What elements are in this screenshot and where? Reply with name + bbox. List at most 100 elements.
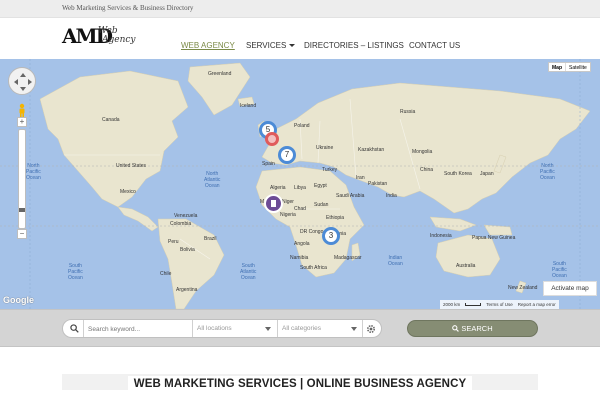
nav-label: WEB AGENCY: [181, 40, 235, 50]
map-cluster-marker[interactable]: 7: [278, 146, 296, 164]
scale-bar: [465, 303, 482, 306]
map-label: Spain: [262, 161, 275, 167]
pan-arrows-icon: [14, 73, 32, 91]
map-label: DR Congo: [300, 229, 324, 235]
site-logo[interactable]: AMD Web Agency: [62, 24, 142, 50]
search-icon: [452, 325, 460, 332]
search-bar: All locations All categories Search: [0, 309, 600, 347]
search-button-label: Search: [461, 324, 493, 333]
section-heading: WEB MARKETING SERVICES | ONLINE BUSINESS…: [127, 376, 473, 392]
activate-map-button[interactable]: Activate map: [543, 281, 597, 296]
map-label: Niger: [282, 199, 294, 205]
business-location-pin[interactable]: [264, 194, 283, 213]
map-label: Japan: [480, 171, 494, 177]
map-label: Ethiopia: [326, 215, 345, 221]
map-label: Poland: [294, 123, 310, 129]
map-label: Argentina: [176, 287, 198, 293]
search-icon: [70, 324, 79, 333]
map-marker-red[interactable]: [265, 132, 279, 146]
map-label: India: [386, 193, 397, 199]
location-select[interactable]: All locations: [193, 322, 275, 336]
chevron-down-icon: [351, 327, 357, 331]
zoom-in-button[interactable]: +: [17, 117, 27, 127]
map-label: Ukraine: [316, 145, 334, 151]
nav-label: CONTACT US: [409, 40, 461, 50]
map-label: Brazil: [204, 236, 217, 242]
map-label: Mongolia: [412, 149, 433, 155]
pan-control[interactable]: [8, 67, 36, 95]
map-label: Turkey: [322, 167, 338, 173]
nav-services[interactable]: SERVICES: [246, 38, 296, 52]
search-keyword-input[interactable]: [85, 322, 191, 336]
zoom-slider[interactable]: [18, 129, 26, 229]
chevron-down-icon: [289, 44, 296, 47]
map-label: Algeria: [270, 185, 286, 191]
ocean-label: South Pacific Ocean: [68, 263, 83, 281]
zoom-slider-thumb[interactable]: [19, 208, 25, 212]
google-logo: Google: [3, 295, 34, 305]
location-select-value: All locations: [197, 325, 232, 332]
ocean-label: South Pacific Ocean: [552, 261, 567, 279]
map-label: Russia: [400, 109, 416, 115]
nav-web-agency[interactable]: WEB AGENCY: [181, 38, 235, 52]
map-label: Indonesia: [430, 233, 452, 239]
map-label: Angola: [294, 241, 310, 247]
ocean-label: North Pacific Ocean: [26, 163, 41, 181]
site-header: AMD Web Agency WEB AGENCY SERVICES DIREC…: [0, 18, 600, 59]
map-label: South Africa: [300, 265, 327, 271]
map-label: Saudi Arabia: [336, 193, 365, 199]
search-button[interactable]: Search: [407, 320, 538, 337]
map-label: Bolivia: [180, 247, 195, 253]
map-label: Venezuela: [174, 213, 198, 219]
map-label: Papua New Guinea: [472, 235, 516, 241]
map-type-control: Map Satellite: [548, 62, 591, 72]
nav-directories-listings[interactable]: DIRECTORIES – LISTINGS: [304, 38, 404, 52]
category-select-value: All categories: [282, 325, 322, 332]
category-select[interactable]: All categories: [278, 322, 362, 336]
map-label: Namibia: [290, 255, 309, 261]
map-cluster-marker[interactable]: 3: [322, 227, 340, 245]
building-icon: [271, 200, 276, 207]
nav-label: DIRECTORIES – LISTINGS: [304, 40, 404, 50]
nav-label: SERVICES: [246, 40, 287, 50]
map-label: United States: [116, 163, 147, 169]
map-label: Kazakhstan: [358, 147, 385, 153]
nav-contact-us[interactable]: CONTACT US: [409, 38, 460, 52]
terms-link[interactable]: Terms of Use: [486, 300, 513, 309]
report-error-link[interactable]: Report a map error: [518, 300, 556, 309]
map-label: Egypt: [314, 183, 327, 189]
map-label: Libya: [294, 185, 306, 191]
map-label: Pakistan: [368, 181, 388, 187]
map-label: Greenland: [208, 71, 232, 77]
ocean-label: Indian Ocean: [388, 255, 403, 267]
chevron-down-icon: [265, 327, 271, 331]
map-label: Sudan: [314, 202, 329, 208]
map-label: Mexico: [120, 189, 136, 195]
street-view-pegman-icon[interactable]: [16, 103, 28, 117]
ocean-label: North Pacific Ocean: [540, 163, 555, 181]
section-heading-band: WEB MARKETING SERVICES | ONLINE BUSINESS…: [62, 374, 538, 392]
map-label: China: [420, 167, 434, 173]
map-type-satellite-button[interactable]: Satellite: [566, 63, 590, 71]
map-attribution: 2000 km Terms of Use Report a map error: [440, 300, 559, 309]
map-label: Madagascar: [334, 255, 362, 261]
map-type-map-button[interactable]: Map: [549, 63, 566, 71]
map-label: Peru: [168, 239, 179, 245]
map-label: Colombia: [170, 221, 192, 227]
map-label: Iceland: [240, 103, 257, 109]
search-form: All locations All categories: [62, 319, 382, 338]
map-label: South Korea: [444, 171, 472, 177]
map-label: Chile: [160, 271, 172, 277]
map-label: New Zealand: [508, 285, 538, 291]
divider: [83, 320, 84, 337]
divider: [362, 320, 363, 337]
zoom-out-button[interactable]: −: [17, 229, 27, 239]
map-label: Iran: [356, 175, 365, 181]
site-tagline: Web Marketing Services & Business Direct…: [62, 4, 194, 12]
gear-icon[interactable]: [366, 324, 376, 334]
map-label: Canada: [102, 117, 120, 123]
logo-text-line2: Agency: [102, 35, 136, 45]
ocean-label: North Atlantic Ocean: [204, 171, 221, 189]
world-map[interactable]: Greenland Iceland Russia Canada United S…: [0, 59, 600, 309]
map-label: Australia: [456, 263, 476, 269]
